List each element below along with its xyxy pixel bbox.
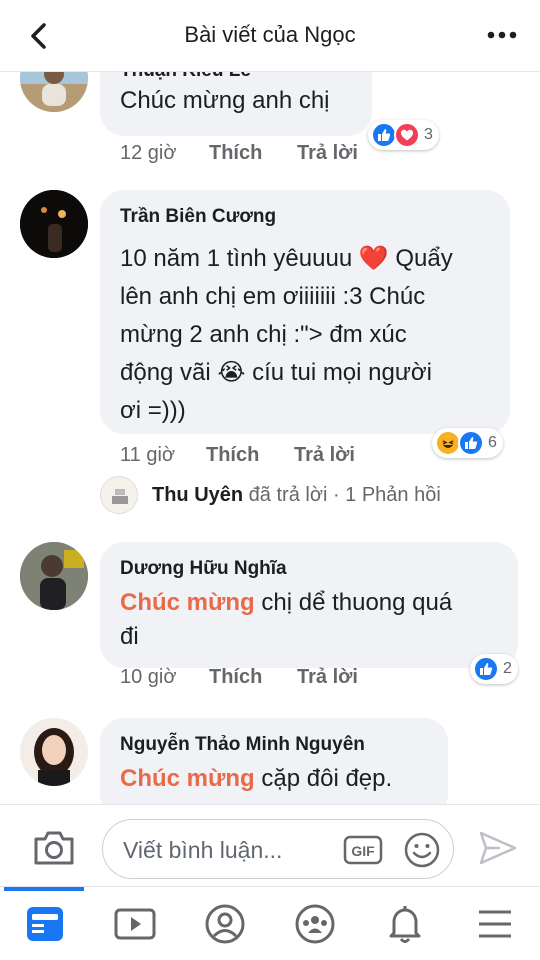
groups-icon	[295, 904, 335, 944]
watch-video-icon	[114, 908, 156, 940]
top-bar: Bài viết của Ngọc	[0, 0, 540, 72]
comment-author[interactable]: Trần Biên Cương	[120, 206, 276, 228]
news-feed-icon	[27, 907, 63, 941]
comment-author[interactable]: Nguyễn Thảo Minh Nguyên	[120, 734, 365, 756]
reply-author-avatar	[100, 476, 138, 514]
reply-author-name: Thu Uyên	[152, 484, 244, 506]
highlighted-text[interactable]: Chúc mừng	[120, 589, 255, 616]
comment-text-rest: cặp đôi đẹp.	[254, 765, 393, 792]
menu-icon	[479, 910, 511, 938]
comment-composer: Viết bình luận... GIF	[0, 804, 540, 886]
comment-bubble[interactable]: Nguyễn Thảo Minh Nguyên Chúc mừng cặp đô…	[100, 718, 448, 804]
like-reaction-icon	[473, 656, 499, 682]
tab-menu[interactable]	[450, 887, 540, 960]
reaction-count: 3	[424, 126, 433, 143]
comment-text-line: 10 năm 1 tình yêuuuu ❤️ Quẩy	[120, 245, 453, 272]
reaction-summary[interactable]: 2	[470, 654, 518, 684]
reaction-count: 6	[488, 434, 497, 451]
comment-text-line: lên anh chị em ơiiiiiii :3 Chúc	[120, 283, 426, 310]
comment-item: Thuận Kiều Lê Chúc mừng anh chị 3 12 giờ…	[0, 72, 540, 172]
page-title: Bài viết của Ngọc	[184, 22, 356, 47]
comment-placeholder: Viết bình luận...	[123, 837, 283, 863]
comment-text-line: ơi =)))	[120, 397, 186, 424]
like-button[interactable]: Thích	[206, 444, 259, 467]
commenter-avatar[interactable]	[20, 542, 88, 610]
comment-text-line: mừng 2 anh chị :"> đm xúc	[120, 321, 407, 348]
view-replies-link[interactable]: Thu Uyên đã trả lời · 1 Phản hồi	[96, 472, 516, 516]
gif-icon[interactable]: GIF	[343, 835, 383, 865]
commenter-avatar[interactable]	[20, 190, 88, 258]
reaction-summary[interactable]: 6	[432, 428, 503, 458]
like-button[interactable]: Thích	[209, 666, 262, 689]
like-reaction-icon	[458, 430, 484, 456]
reply-summary-text[interactable]: Thu Uyên đã trả lời · 1 Phản hồi	[152, 484, 441, 507]
send-icon[interactable]	[478, 829, 518, 867]
tab-news-feed[interactable]	[0, 887, 90, 960]
profile-icon	[205, 904, 245, 944]
comment-item: Nguyễn Thảo Minh Nguyên Chúc mừng cặp đô…	[0, 718, 540, 804]
comment-bubble[interactable]: Dương Hữu Nghĩa Chúc mừng chị dể thuong …	[100, 542, 518, 668]
comment-input[interactable]: Viết bình luận... GIF	[102, 819, 454, 879]
reaction-summary[interactable]: 3	[368, 120, 439, 150]
comment-text: Chúc mừng anh chị	[120, 87, 330, 114]
tab-watch[interactable]	[90, 887, 180, 960]
tab-notifications[interactable]	[360, 887, 450, 960]
comment-bubble[interactable]: Trần Biên Cương 10 năm 1 tình yêuuuu ❤️ …	[100, 190, 510, 434]
camera-icon[interactable]	[32, 827, 76, 867]
bottom-tab-bar	[0, 886, 540, 960]
svg-text:GIF: GIF	[351, 843, 375, 859]
tab-groups[interactable]	[270, 887, 360, 960]
comment-text-line: đi	[120, 623, 139, 650]
more-options-icon[interactable]	[484, 22, 520, 48]
reply-button[interactable]: Trả lời	[297, 666, 358, 689]
reply-button[interactable]: Trả lời	[297, 142, 358, 165]
smiley-icon[interactable]	[403, 831, 441, 869]
reply-action: đã trả lời	[243, 484, 328, 506]
notifications-bell-icon	[389, 906, 421, 943]
love-reaction-icon	[394, 122, 420, 148]
like-button[interactable]: Thích	[209, 142, 262, 165]
comment-item: Trần Biên Cương 10 năm 1 tình yêuuuu ❤️ …	[0, 190, 540, 490]
comment-text-line: Chúc mừng chị dể thuong quá	[120, 584, 452, 622]
commenter-avatar[interactable]	[20, 718, 88, 786]
comments-feed[interactable]: Thuận Kiều Lê Chúc mừng anh chị 3 12 giờ…	[0, 72, 540, 804]
comment-item: Dương Hữu Nghĩa Chúc mừng chị dể thuong …	[0, 542, 540, 702]
reply-count: · 1 Phản hồi	[327, 484, 441, 506]
reply-button[interactable]: Trả lời	[294, 444, 355, 467]
tab-profile[interactable]	[180, 887, 270, 960]
highlighted-text[interactable]: Chúc mừng	[120, 765, 255, 792]
comment-text-line: Chúc mừng cặp đôi đẹp.	[120, 760, 392, 798]
comment-time: 12 giờ	[120, 142, 177, 164]
comment-text-line: động vãi 😭 cíu tui mọi người	[120, 359, 432, 386]
comment-bubble[interactable]: Thuận Kiều Lê Chúc mừng anh chị	[100, 72, 372, 136]
comment-time: 11 giờ	[120, 444, 175, 466]
commenter-avatar[interactable]	[20, 72, 88, 112]
comment-author[interactable]: Dương Hữu Nghĩa	[120, 558, 287, 580]
comment-time: 10 giờ	[120, 666, 177, 688]
comment-author[interactable]: Thuận Kiều Lê	[120, 72, 251, 82]
comment-text-rest: chị dể thuong quá	[254, 589, 453, 616]
reaction-count: 2	[503, 660, 512, 677]
